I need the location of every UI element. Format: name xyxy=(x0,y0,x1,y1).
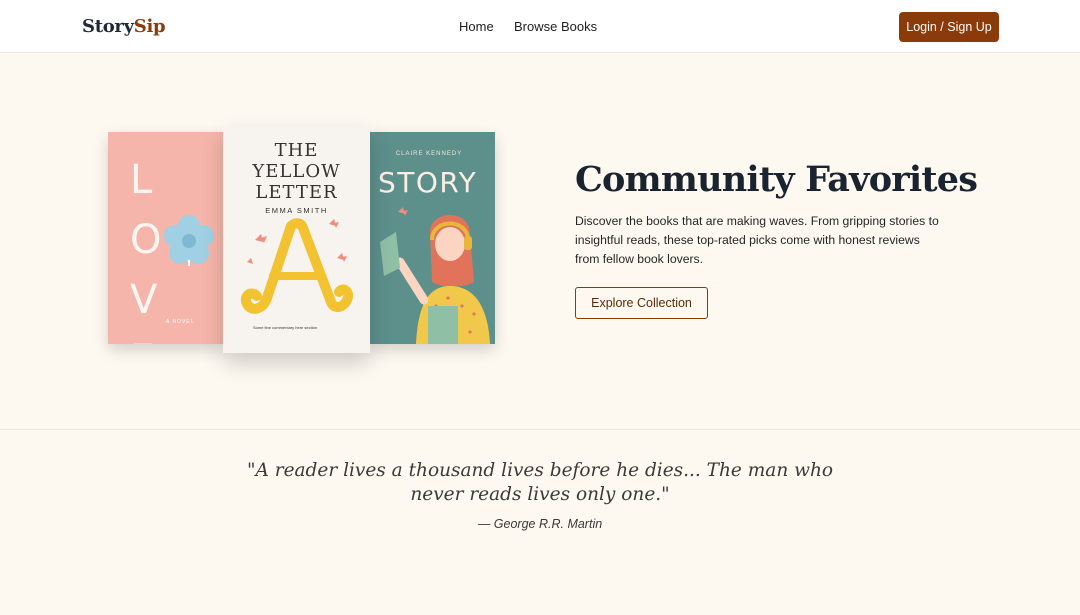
logo-text-sip: Sip xyxy=(133,16,166,37)
yellow-letter-footer: Some fine commentary here section xyxy=(253,325,318,330)
logo[interactable]: StorySip xyxy=(82,16,166,37)
yellow-letter-title: THE YELLOW LETTER xyxy=(252,140,341,203)
love-cover-subtitle: A NOVEL xyxy=(166,319,195,325)
yellow-letter-author: EMMA SMITH xyxy=(265,206,328,215)
letter-a-illustration xyxy=(241,218,353,314)
page-title: Community Favorites xyxy=(575,159,978,200)
logo-text-story: Story xyxy=(82,16,134,37)
nav-home[interactable]: Home xyxy=(459,19,494,34)
flower-icon xyxy=(164,215,214,266)
story-title: STORY xyxy=(378,166,478,199)
quote-author: — George R.R. Martin xyxy=(477,517,603,531)
book-cover-yellow-letter: THE YELLOW LETTER EMMA SMITH Some fine c… xyxy=(223,126,370,353)
girl-reading-illustration xyxy=(380,207,490,344)
section-divider xyxy=(0,429,1080,430)
login-signup-button[interactable]: Login / Sign Up xyxy=(899,12,999,42)
explore-collection-button[interactable]: Explore Collection xyxy=(575,287,708,319)
quote-text: "A reader lives a thousand lives before … xyxy=(246,460,834,505)
hero-book-covers: L OVE Y A NOVEL THE YELLOW LETTER EMMA S… xyxy=(108,126,508,356)
hero-description: Discover the books that are making waves… xyxy=(575,214,939,266)
site-header: StorySip Home Browse Books Login / Sign … xyxy=(0,0,1080,53)
story-author: CLAIRE KENNEDY xyxy=(395,151,463,157)
book-cover-love: L OVE Y A NOVEL xyxy=(108,132,223,344)
book-cover-story: CLAIRE KENNEDY STORY xyxy=(370,132,495,344)
nav-browse-books[interactable]: Browse Books xyxy=(514,19,597,34)
